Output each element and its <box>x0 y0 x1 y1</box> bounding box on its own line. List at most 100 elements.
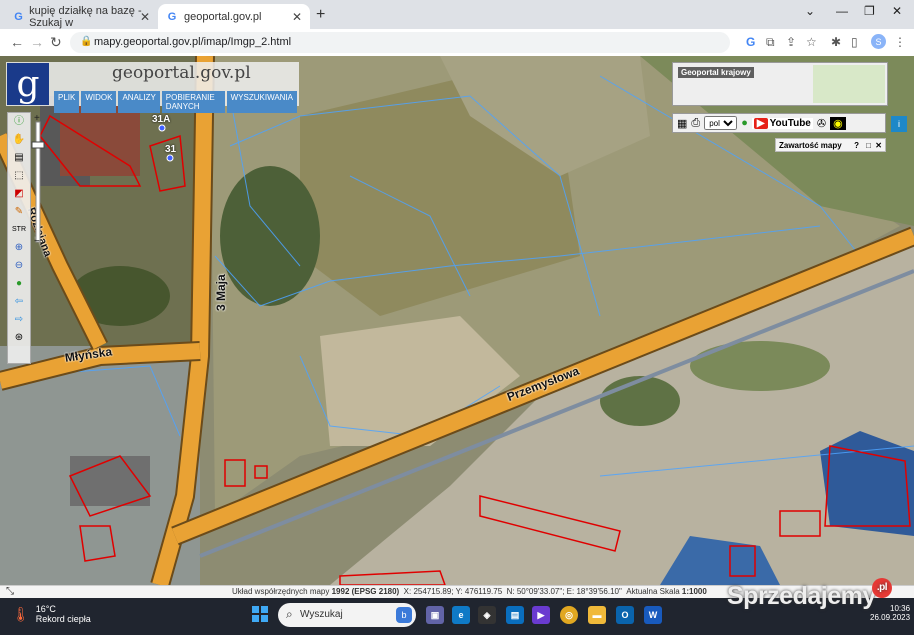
extensions-icon[interactable]: ✱ <box>831 35 841 49</box>
map-contents-panel[interactable]: Zawartość mapy ? □ ✕ <box>775 138 886 152</box>
word-icon[interactable]: W <box>644 606 662 624</box>
menu-widok[interactable]: WIDOK <box>81 91 117 113</box>
geoportal-logo[interactable]: g <box>7 63 49 105</box>
url-text: mapy.geoportal.gov.pl/imap/Imgp_2.html <box>94 36 292 48</box>
store-icon[interactable]: ▤ <box>506 606 524 624</box>
map-contents-title: Zawartość mapy <box>779 141 842 150</box>
copilot-icon[interactable]: ◈ <box>478 606 496 624</box>
watermark-text: Sprzedajemy <box>727 582 876 610</box>
previous-view-icon[interactable]: ⇦ <box>8 293 30 311</box>
zoom-slider[interactable]: + − <box>31 112 45 246</box>
sprzedajemy-watermark: Sprzedajemy .pl <box>727 578 892 611</box>
tab-label: geoportal.gov.pl <box>184 10 262 23</box>
restore-icon[interactable]: ❐ <box>864 4 875 18</box>
zoom-out-icon[interactable]: ⊖ <box>8 257 30 275</box>
overview-map[interactable]: Geoportal krajowy <box>672 62 888 106</box>
tab-label: kupię działkę na bazę - Szukaj w <box>29 4 142 29</box>
watermark-pl-badge: .pl <box>872 578 892 598</box>
measure-icon[interactable]: ◩ <box>8 185 30 203</box>
google-icon: G <box>14 10 23 23</box>
search-icon: ⌕ <box>286 607 293 621</box>
geoportal-header: g geoportal.gov.pl PLIK WIDOK ANALIZY PO… <box>6 62 299 113</box>
open-in-app-icon[interactable]: ⧉ <box>766 35 775 50</box>
geoportal-menu: PLIK WIDOK ANALIZY POBIERANIE DANYCH WYS… <box>54 91 299 113</box>
resize-handle-icon[interactable]: ⤡ <box>6 586 14 597</box>
browser-tab-bar: G kupię działkę na bazę - Szukaj w ✕ G g… <box>0 0 914 29</box>
coordinates-text: Układ współrzędnych mapy 1992 (EPSG 2180… <box>232 587 707 596</box>
right-toolbar: ▦ ⎙ pol ● ▶ YouTube ✇ ◉ <box>672 113 886 133</box>
contents-restore-icon[interactable]: □ <box>866 139 871 152</box>
zoom-in-icon[interactable]: ⊕ <box>8 239 30 257</box>
language-select[interactable]: pol <box>704 116 738 130</box>
teams-icon[interactable]: ▣ <box>426 606 444 624</box>
calculator-icon[interactable]: ▦ <box>677 117 687 130</box>
print-icon[interactable]: ⎙ <box>691 117 700 130</box>
menu-wyszukiwania[interactable]: WYSZUKIWANIA <box>226 91 297 113</box>
tab-geoportal[interactable]: G geoportal.gov.pl ✕ <box>158 4 310 29</box>
legend-icon[interactable]: ▤ <box>8 149 30 167</box>
media-player-icon[interactable]: ▶ <box>532 606 550 624</box>
outlook-icon[interactable]: O <box>616 606 634 624</box>
bookmark-star-icon[interactable]: ☆ <box>806 35 817 49</box>
street-view-icon[interactable]: STR <box>8 221 30 239</box>
file-explorer-icon[interactable]: ▬ <box>588 606 606 624</box>
geoportal-title: geoportal.gov.pl <box>112 63 251 83</box>
settings-icon[interactable]: ⊛ <box>8 329 30 347</box>
menu-pobieranie-danych[interactable]: POBIERANIE DANYCH <box>161 91 225 113</box>
house-number-31a: 31A <box>152 114 171 125</box>
close-window-icon[interactable]: ✕ <box>892 4 902 18</box>
share-icon[interactable]: ⇪ <box>786 35 796 49</box>
side-info-icon[interactable]: i <box>891 116 907 132</box>
help-icon[interactable]: ● <box>741 117 748 129</box>
overview-label: Geoportal krajowy <box>678 67 754 78</box>
select-icon[interactable]: ⬚ <box>8 167 30 185</box>
side-panel-icon[interactable]: ▯ <box>851 35 858 49</box>
taskbar-search-input[interactable]: ⌕ Wyszukaj b <box>278 603 416 627</box>
menu-analizy[interactable]: ANALIZY <box>118 91 160 113</box>
thermometer-icon: 🌡 <box>12 605 30 622</box>
weather-temperature: 16°C <box>35 604 56 614</box>
svg-text:−: − <box>34 236 40 246</box>
google-lens-icon[interactable]: G <box>746 35 755 49</box>
info-icon[interactable]: ⓘ <box>8 113 30 131</box>
pan-hand-icon[interactable]: ✋ <box>8 131 30 149</box>
contents-close-icon[interactable]: ✕ <box>875 139 882 152</box>
menu-plik[interactable]: PLIK <box>54 91 80 113</box>
accessibility-icon[interactable]: ✇ <box>817 117 826 130</box>
back-icon[interactable]: ← <box>10 34 24 50</box>
globe-icon[interactable]: ● <box>8 275 30 293</box>
url-field[interactable]: 🔒 mapy.geoportal.gov.pl/imap/Imgp_2.html <box>70 32 730 53</box>
menu-kebab-icon[interactable]: ⋮ <box>894 35 906 49</box>
overview-minimap[interactable] <box>813 65 885 103</box>
weather-description: Rekord ciepła <box>35 614 91 624</box>
road-label-3-maja: 3 Maja <box>214 274 228 311</box>
profile-avatar[interactable]: S <box>871 34 886 49</box>
close-tab-icon[interactable]: ✕ <box>140 10 150 24</box>
bing-icon[interactable]: b <box>396 607 412 623</box>
edge-icon[interactable]: e <box>452 606 470 624</box>
tab-search[interactable]: G kupię działkę na bazę - Szukaj w ✕ <box>6 4 158 29</box>
forward-icon[interactable]: → <box>30 34 44 50</box>
close-tab-icon[interactable]: ✕ <box>292 10 302 24</box>
aerial-map <box>0 56 914 585</box>
visibility-icon[interactable]: ◉ <box>830 116 846 130</box>
map-canvas[interactable]: Przemysłowa 3 Maja Młyńska Rozlejana 31A… <box>0 56 914 585</box>
next-view-icon[interactable]: ⇨ <box>8 311 30 329</box>
google-icon: G <box>167 10 177 23</box>
lock-icon: 🔒 <box>80 36 93 47</box>
contents-help-icon[interactable]: ? <box>854 139 859 152</box>
clock-time: 10:36 <box>890 604 911 613</box>
new-tab-button[interactable]: + <box>316 6 325 24</box>
system-clock[interactable]: 10:36 26.09.2023 <box>870 604 910 622</box>
tab-search-chevron-icon[interactable]: ⌄ <box>805 4 815 18</box>
youtube-button[interactable]: ▶ YouTube <box>751 117 813 129</box>
reload-icon[interactable]: ↻ <box>50 34 62 51</box>
windows-start-icon[interactable] <box>252 606 268 622</box>
minimize-icon[interactable]: — <box>836 4 848 18</box>
chrome-icon[interactable]: ◎ <box>560 606 578 624</box>
address-bar: ← → ↻ 🔒 mapy.geoportal.gov.pl/imap/Imgp_… <box>0 29 914 57</box>
weather-widget[interactable]: 🌡 16°C Rekord ciepła <box>12 604 91 624</box>
search-placeholder: Wyszukaj <box>300 609 343 620</box>
map-tools-toolbar: ⓘ ✋ ▤ ⬚ ◩ ✎ STR ⊕ ⊖ ● ⇦ ⇨ ⊛ <box>7 112 31 364</box>
draw-icon[interactable]: ✎ <box>8 203 30 221</box>
